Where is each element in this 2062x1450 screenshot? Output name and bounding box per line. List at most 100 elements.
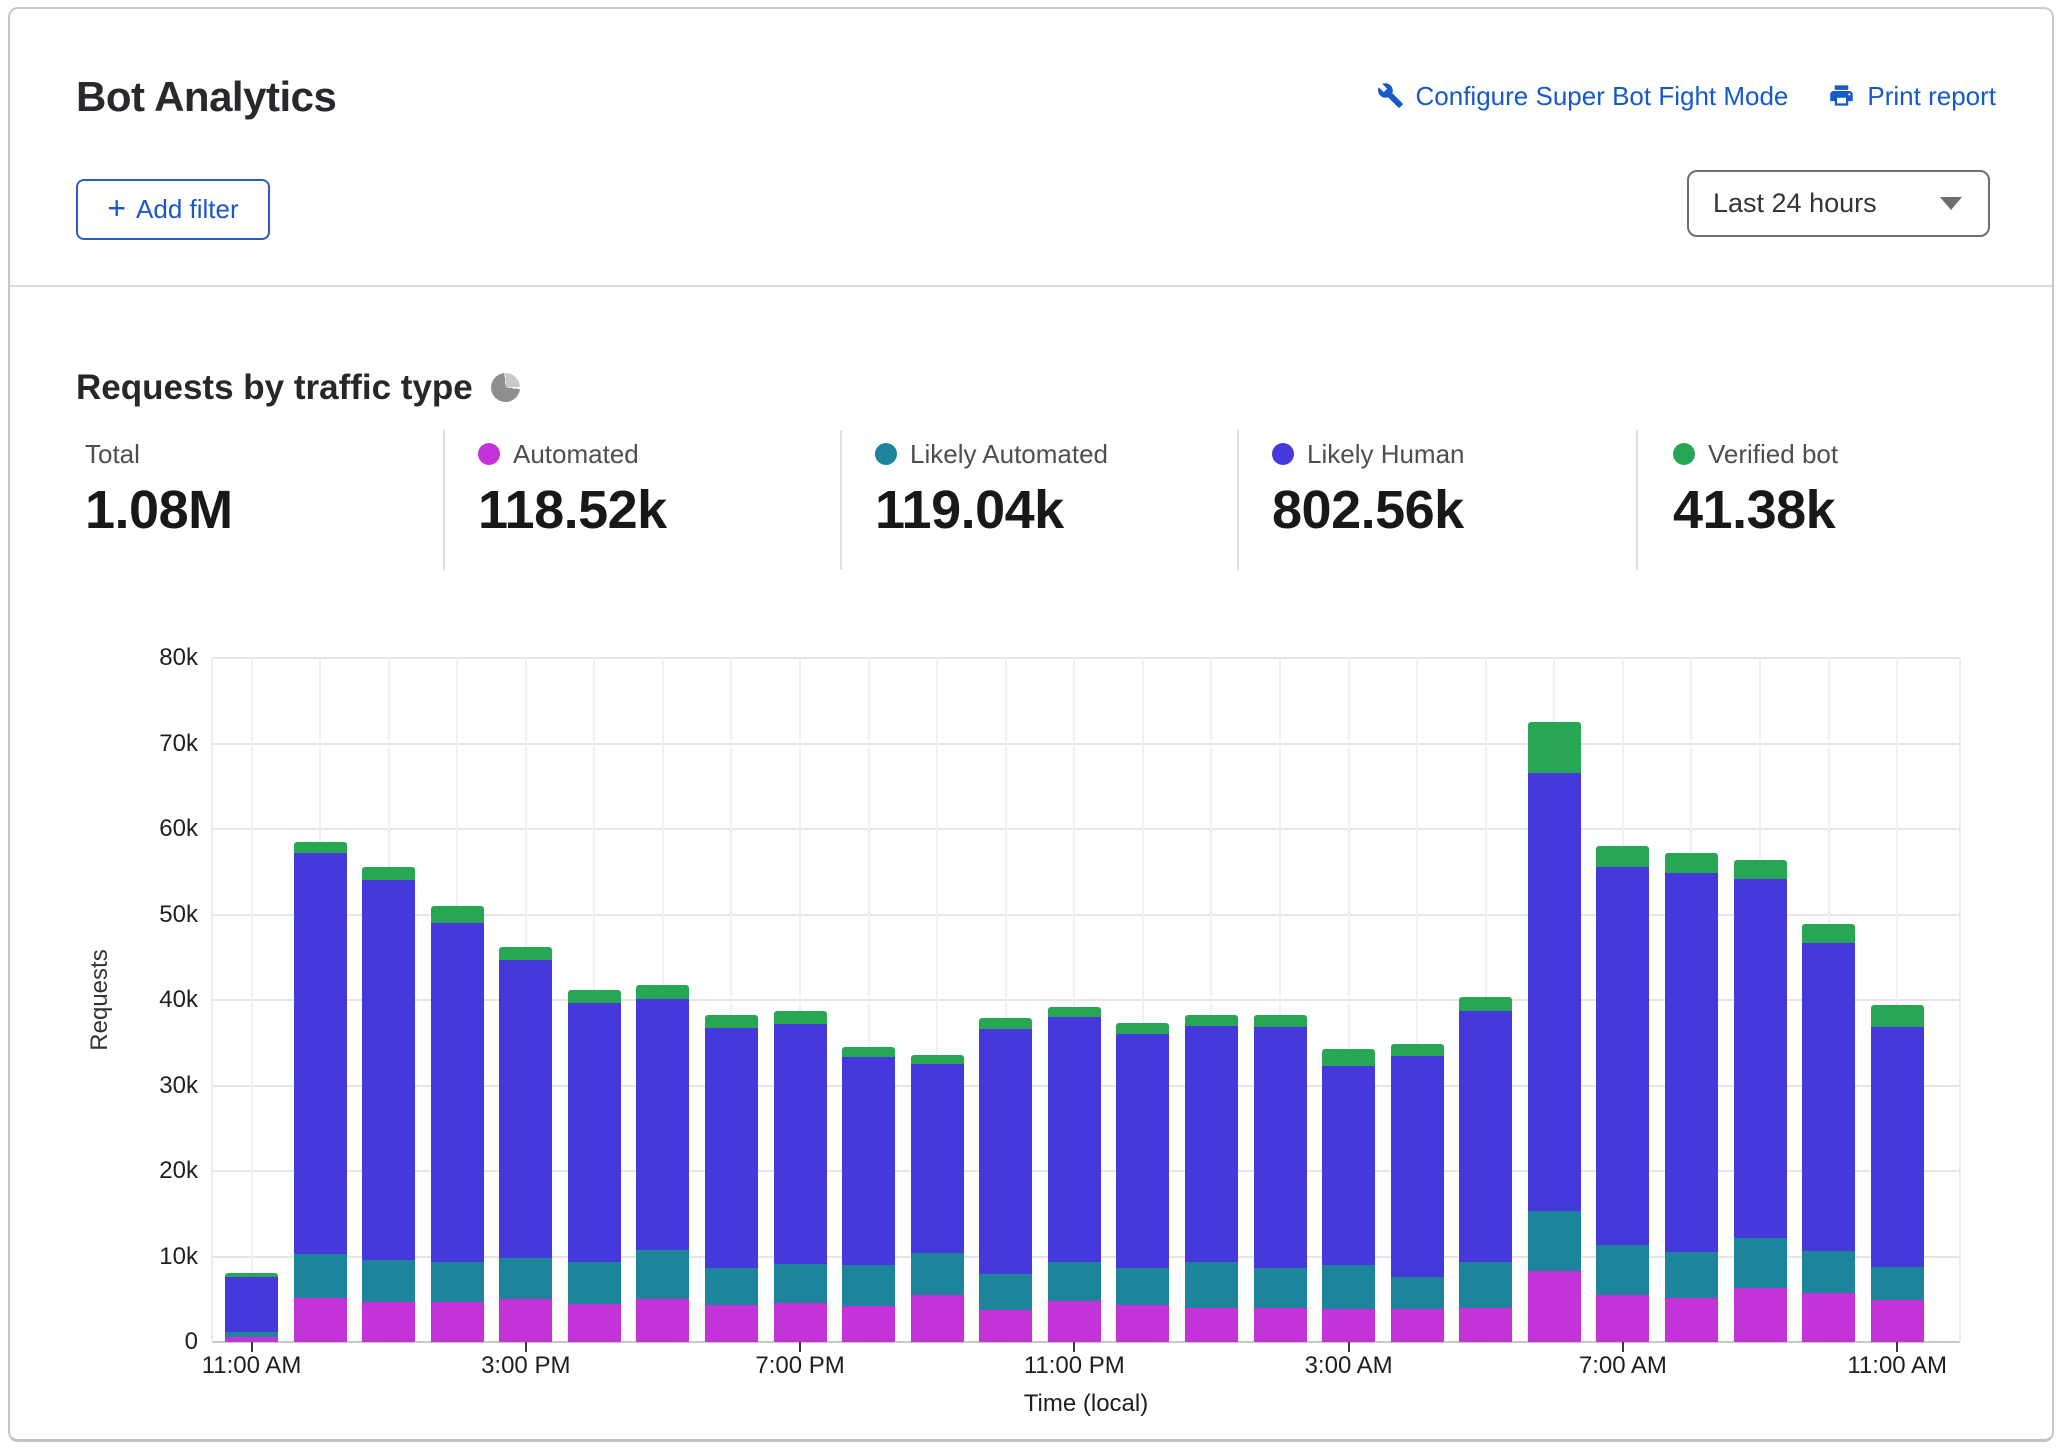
bar-6-00-pm[interactable] [705,1015,758,1342]
bar-7-00-pm[interactable] [774,1011,827,1342]
print-report-link[interactable]: Print report [1828,82,1996,109]
configure-super-bot-fight-mode-link[interactable]: Configure Super Bot Fight Mode [1377,82,1789,109]
stat-label: Total [85,441,140,467]
bar-segment-likely-automated [1116,1268,1169,1305]
stat-automated[interactable]: Automated 118.52k [478,441,667,537]
bar-segment-verified-bot [499,947,552,960]
bar-segment-automated [1322,1309,1375,1342]
stat-value: 802.56k [1272,483,1465,537]
bar-4-00-am[interactable] [1391,1044,1444,1342]
bar-segment-likely-human [705,1028,758,1267]
bar-segment-likely-human [499,960,552,1258]
bar-6-00-am[interactable] [1528,722,1581,1342]
bar-2-00-pm[interactable] [431,906,484,1342]
y-axis-title: Requests [86,949,114,1050]
bar-segment-likely-human [362,880,415,1260]
bar-segment-automated [499,1299,552,1342]
stat-verified-bot[interactable]: Verified bot 41.38k [1673,441,1838,537]
bar-segment-likely-automated [911,1253,964,1295]
stat-value: 1.08M [85,483,233,537]
bar-segment-likely-automated [499,1258,552,1299]
automated-legend-dot [478,443,500,465]
bar-9-00-pm[interactable] [911,1055,964,1342]
likely-human-legend-dot [1272,443,1294,465]
bar-11-00-am[interactable] [225,1273,278,1342]
bar-segment-verified-bot [431,906,484,923]
bar-segment-likely-human [1459,1011,1512,1262]
bar-segment-likely-automated [568,1262,621,1304]
bar-segment-automated [1596,1295,1649,1342]
add-filter-button[interactable]: + Add filter [76,179,270,240]
bar-segment-verified-bot [1665,853,1718,873]
bar-segment-verified-bot [1871,1005,1924,1026]
bar-segment-automated [294,1298,347,1342]
bar-11-00-am[interactable] [1871,1005,1924,1342]
bar-3-00-pm[interactable] [499,947,552,1342]
bar-segment-automated [774,1303,827,1342]
bar-segment-likely-human [636,999,689,1250]
bar-segment-verified-bot [842,1047,895,1057]
x-axis-title: Time (local) [1024,1390,1148,1418]
bar-segment-automated [1528,1271,1581,1342]
bar-segment-verified-bot [774,1011,827,1024]
bar-segment-verified-bot [1459,997,1512,1011]
bar-5-00-am[interactable] [1459,997,1512,1342]
bar-segment-likely-automated [1802,1251,1855,1294]
bar-segment-verified-bot [705,1015,758,1029]
bar-1-00-am[interactable] [1185,1015,1238,1342]
bar-segment-likely-automated [294,1254,347,1298]
bar-segment-verified-bot [1391,1044,1444,1056]
bar-segment-automated [1254,1308,1307,1342]
section-title: Requests by traffic type [76,370,473,405]
bar-segment-verified-bot [1048,1007,1101,1017]
bar-segment-automated [362,1302,415,1342]
bar-segment-automated [1459,1308,1512,1342]
bar-segment-verified-bot [362,867,415,881]
stat-likely-automated[interactable]: Likely Automated 119.04k [875,441,1108,537]
bar-segment-likely-human [1596,867,1649,1245]
bar-2-00-am[interactable] [1254,1015,1307,1342]
bar-5-00-pm[interactable] [636,985,689,1342]
bar-segment-likely-automated [1596,1245,1649,1295]
bar-4-00-pm[interactable] [568,990,621,1342]
bar-12-00-pm[interactable] [294,842,347,1342]
bar-8-00-pm[interactable] [842,1047,895,1342]
bar-3-00-am[interactable] [1322,1049,1375,1342]
bar-segment-likely-automated [1734,1238,1787,1288]
bar-9-00-am[interactable] [1734,860,1787,1342]
bar-segment-verified-bot [1116,1023,1169,1034]
stat-likely-human[interactable]: Likely Human 802.56k [1272,441,1465,537]
bar-segment-verified-bot [1185,1015,1238,1025]
bar-segment-verified-bot [911,1055,964,1064]
bar-1-00-pm[interactable] [362,867,415,1342]
likely-automated-legend-dot [875,443,897,465]
bar-segment-automated [1391,1309,1444,1342]
bar-7-00-am[interactable] [1596,846,1649,1342]
stat-value: 119.04k [875,483,1108,537]
bar-12-00-am[interactable] [1116,1023,1169,1342]
bar-segment-automated [1116,1305,1169,1342]
stat-label: Verified bot [1708,441,1838,467]
bar-segment-automated [979,1310,1032,1342]
bar-segment-likely-human [568,1003,621,1261]
header-actions: Configure Super Bot Fight Mode Print rep… [1377,82,1996,109]
bar-segment-verified-bot [1596,846,1649,867]
bar-segment-verified-bot [1254,1015,1307,1026]
bar-segment-likely-human [1665,873,1718,1253]
bar-11-00-pm[interactable] [1048,1007,1101,1342]
bar-segment-verified-bot [979,1018,1032,1029]
print-link-label: Print report [1867,83,1996,109]
time-range-select[interactable]: Last 24 hours [1687,170,1990,237]
bar-segment-likely-human [294,853,347,1254]
bar-8-00-am[interactable] [1665,853,1718,1342]
time-range-value: Last 24 hours [1713,188,1877,219]
bar-10-00-am[interactable] [1802,924,1855,1342]
bar-segment-automated [705,1305,758,1342]
stat-label: Likely Automated [910,441,1108,467]
stat-total[interactable]: Total 1.08M [85,441,233,537]
bar-segment-likely-human [1048,1017,1101,1262]
configure-link-label: Configure Super Bot Fight Mode [1416,83,1789,109]
bar-segment-likely-human [842,1057,895,1265]
bar-10-00-pm[interactable] [979,1018,1032,1342]
bar-segment-likely-human [431,923,484,1262]
